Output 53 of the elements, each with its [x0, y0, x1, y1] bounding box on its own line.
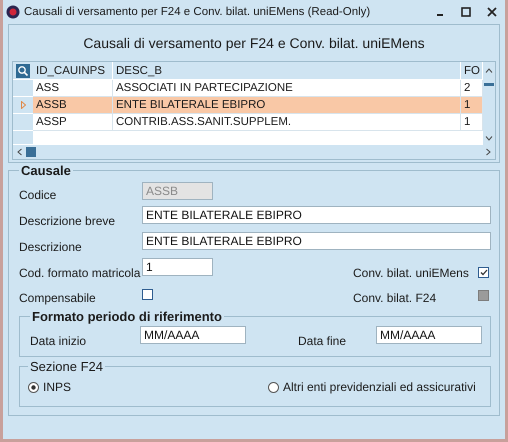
row-header[interactable]	[13, 97, 33, 114]
table-cell: ASS	[33, 80, 113, 97]
column-header[interactable]: ID_CAUINPS	[33, 62, 113, 80]
header-title: Causali di versamento per F24 e Conv. bilat. uniEMens	[82, 34, 426, 53]
checkbox[interactable]	[478, 267, 489, 278]
search-icon[interactable]	[16, 64, 30, 78]
text-field[interactable]: ENTE BILATERALE EBIPRO	[142, 232, 491, 250]
window-title: Causali di versamento per F24 e Conv. bilat. uniEMens (Read-Only)	[24, 6, 372, 18]
checkbox-label: Compensabile	[19, 291, 97, 307]
table-cell: ASSP	[33, 114, 113, 131]
group-title: Sezione F24	[29, 359, 104, 374]
field-label: Data inizio	[30, 334, 88, 350]
table-cell: 1	[461, 114, 483, 131]
date-field[interactable]: MM/AAAA	[140, 326, 246, 344]
scroll-thumb-icon[interactable]	[484, 83, 494, 86]
scroll-down-icon[interactable]	[485, 136, 493, 141]
table-cell: 2	[461, 80, 483, 97]
scroll-left-icon[interactable]	[17, 148, 22, 156]
date-field[interactable]: MM/AAAA	[376, 326, 482, 344]
group-title: Formato periodo di riferimento	[31, 309, 223, 324]
app-icon	[6, 5, 20, 19]
table-cell: CONTRIB.ASS.SANIT.SUPPLEM.	[113, 114, 461, 131]
row-header[interactable]	[13, 62, 33, 80]
checkbox-label: Conv. bilat. uniEMens	[353, 266, 470, 282]
checkbox[interactable]	[142, 289, 153, 300]
checkmark-icon	[480, 269, 488, 276]
table-cell: 1	[461, 97, 483, 114]
text-field[interactable]: ENTE BILATERALE EBIPRO	[142, 206, 491, 224]
field-label: Descrizione	[19, 240, 83, 256]
table-cell: ENTE BILATERALE EBIPRO	[113, 97, 461, 114]
row-pointer-icon	[20, 101, 26, 109]
text-field[interactable]: 1	[142, 258, 213, 276]
field-label: Cod. formato matricola	[19, 266, 142, 282]
scroll-right-icon[interactable]	[486, 148, 491, 156]
table-cell: ASSB	[33, 97, 113, 114]
field-label: Codice	[19, 188, 58, 204]
field-label: Data fine	[298, 334, 348, 350]
radio-label: Altri enti previdenziali ed assicurativi	[283, 380, 476, 394]
vertical-scrollbar[interactable]	[483, 62, 495, 145]
scroll-up-icon[interactable]	[485, 68, 493, 73]
radio-label: INPS	[43, 380, 72, 394]
close-icon[interactable]	[487, 7, 497, 17]
field-label: Descrizione breve	[19, 214, 116, 230]
radio-button[interactable]	[28, 382, 39, 392]
table-cell: ASSOCIATI IN PARTECIPAZIONE	[113, 80, 461, 97]
column-header[interactable]: DESC_B	[113, 62, 461, 80]
radio-button[interactable]	[268, 382, 279, 392]
maximize-icon[interactable]	[461, 7, 471, 17]
checkbox-label: Conv. bilat. F24	[353, 291, 438, 307]
column-header[interactable]: FO	[461, 62, 483, 80]
group-title: Causale	[20, 163, 72, 178]
radio-dot-icon	[31, 384, 36, 390]
scroll-thumb-icon[interactable]	[26, 147, 36, 157]
